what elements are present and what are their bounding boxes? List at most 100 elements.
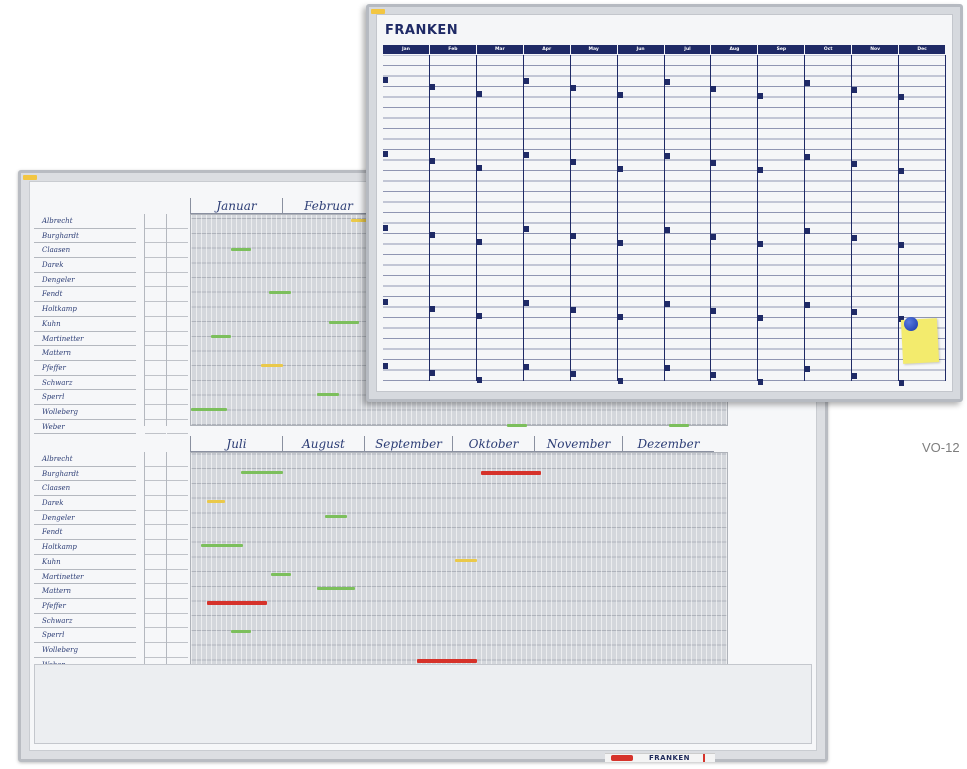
week-marker xyxy=(523,364,529,370)
week-marker xyxy=(758,93,764,99)
bar xyxy=(207,601,267,605)
counter-cell xyxy=(145,555,166,570)
week-marker xyxy=(429,232,435,238)
month-header-january: Januar xyxy=(190,198,282,214)
counter-cell xyxy=(145,405,166,420)
week-marker xyxy=(899,242,905,248)
counter-cell xyxy=(145,570,166,585)
counter-cell xyxy=(145,614,166,629)
counter-cell xyxy=(145,584,166,599)
counter-cell xyxy=(145,628,166,643)
week-marker xyxy=(711,372,717,378)
planner-grid-bottom xyxy=(190,452,728,676)
counter-cell xyxy=(167,243,188,259)
name-row: Wolleberg xyxy=(34,405,136,420)
bar xyxy=(207,500,225,503)
name-row: Darek xyxy=(34,258,136,273)
week-marker xyxy=(899,380,905,386)
counter-cell xyxy=(167,420,188,435)
counter-cell xyxy=(167,570,188,585)
bar xyxy=(231,630,251,633)
name-row: Martinetter xyxy=(34,332,136,347)
counter-cell xyxy=(167,555,188,570)
bar xyxy=(417,659,477,663)
week-marker xyxy=(570,371,576,377)
month-header: May xyxy=(570,45,618,54)
year-planner-surface: FRANKEN Jan Feb Mar Apr May Jun Jul Aug Sep Oct No… xyxy=(376,14,953,392)
week-marker xyxy=(805,366,811,372)
week-marker xyxy=(758,241,764,247)
counter-cell xyxy=(145,452,166,467)
week-marker xyxy=(805,228,811,234)
name-row: Claasen xyxy=(34,481,136,497)
counter-cell xyxy=(167,376,188,391)
month-header-august: August xyxy=(282,436,364,452)
week-marker xyxy=(664,153,670,159)
name-row: Wolleberg xyxy=(34,643,136,658)
week-marker xyxy=(758,167,764,173)
name-row: Schwarz xyxy=(34,376,136,391)
counter-cell xyxy=(167,346,188,361)
counter-cell xyxy=(145,214,166,229)
month-column xyxy=(523,55,571,381)
year-planner-board: FRANKEN Jan Feb Mar Apr May Jun Jul Aug Sep Oct No… xyxy=(366,4,963,402)
bar xyxy=(481,471,541,475)
month-column xyxy=(711,55,759,381)
name-column-top: Albrecht Burghardt Claasen Darek Dengeler Fen… xyxy=(34,214,136,435)
week-marker xyxy=(711,160,717,166)
name-row: Mattern xyxy=(34,346,136,361)
counter-cell xyxy=(167,467,188,482)
month-header: Oct xyxy=(805,45,853,54)
counter-cell xyxy=(167,317,188,332)
counter-cell xyxy=(167,390,188,405)
week-marker xyxy=(476,377,482,383)
week-marker xyxy=(617,92,623,98)
counter-cell xyxy=(145,273,166,288)
counter-cell xyxy=(167,540,188,555)
bar xyxy=(507,424,527,427)
counter-cell xyxy=(167,361,188,376)
name-row: Fendt xyxy=(34,525,136,541)
week-marker xyxy=(852,161,858,167)
bar xyxy=(191,408,227,411)
week-marker xyxy=(664,79,670,85)
notes-area xyxy=(34,664,812,744)
month-header-december: Dezember xyxy=(622,436,714,452)
counter-cell xyxy=(167,628,188,643)
name-row: Pfeffer xyxy=(34,361,136,376)
week-marker xyxy=(383,363,388,369)
week-marker xyxy=(664,365,670,371)
name-row: Dengeler xyxy=(34,273,136,288)
counter-cell xyxy=(167,214,188,229)
week-marker xyxy=(523,78,529,84)
week-marker xyxy=(617,314,623,320)
counter-cell xyxy=(167,405,188,420)
days-column-bottom xyxy=(166,452,188,676)
week-marker xyxy=(383,299,388,305)
counter-cell xyxy=(145,376,166,391)
counter-cell xyxy=(145,287,166,303)
week-marker xyxy=(523,300,529,306)
month-header-july: Juli xyxy=(190,436,282,452)
name-row: Albrecht xyxy=(34,214,136,229)
counter-cell xyxy=(145,361,166,376)
week-marker xyxy=(758,379,764,385)
counter-cell xyxy=(145,317,166,332)
counter-cell xyxy=(145,229,166,244)
counter-cell xyxy=(145,540,166,555)
week-marker xyxy=(570,233,576,239)
month-header: Dec xyxy=(899,45,947,54)
name-column-bottom: Albrecht Burghardt Claasen Darek Dengeler Fen… xyxy=(34,452,136,676)
counter-cell xyxy=(145,496,166,511)
name-row: Weber xyxy=(34,420,136,435)
counter-cell xyxy=(145,525,166,541)
counter-cell xyxy=(145,643,166,658)
week-marker xyxy=(570,159,576,165)
counter-cell xyxy=(167,332,188,347)
counter-cell xyxy=(167,481,188,497)
counter-cell xyxy=(145,481,166,497)
month-header-february: Februar xyxy=(282,198,374,214)
week-marker xyxy=(383,225,388,231)
counter-cell xyxy=(145,258,166,273)
week-marker xyxy=(476,165,482,171)
